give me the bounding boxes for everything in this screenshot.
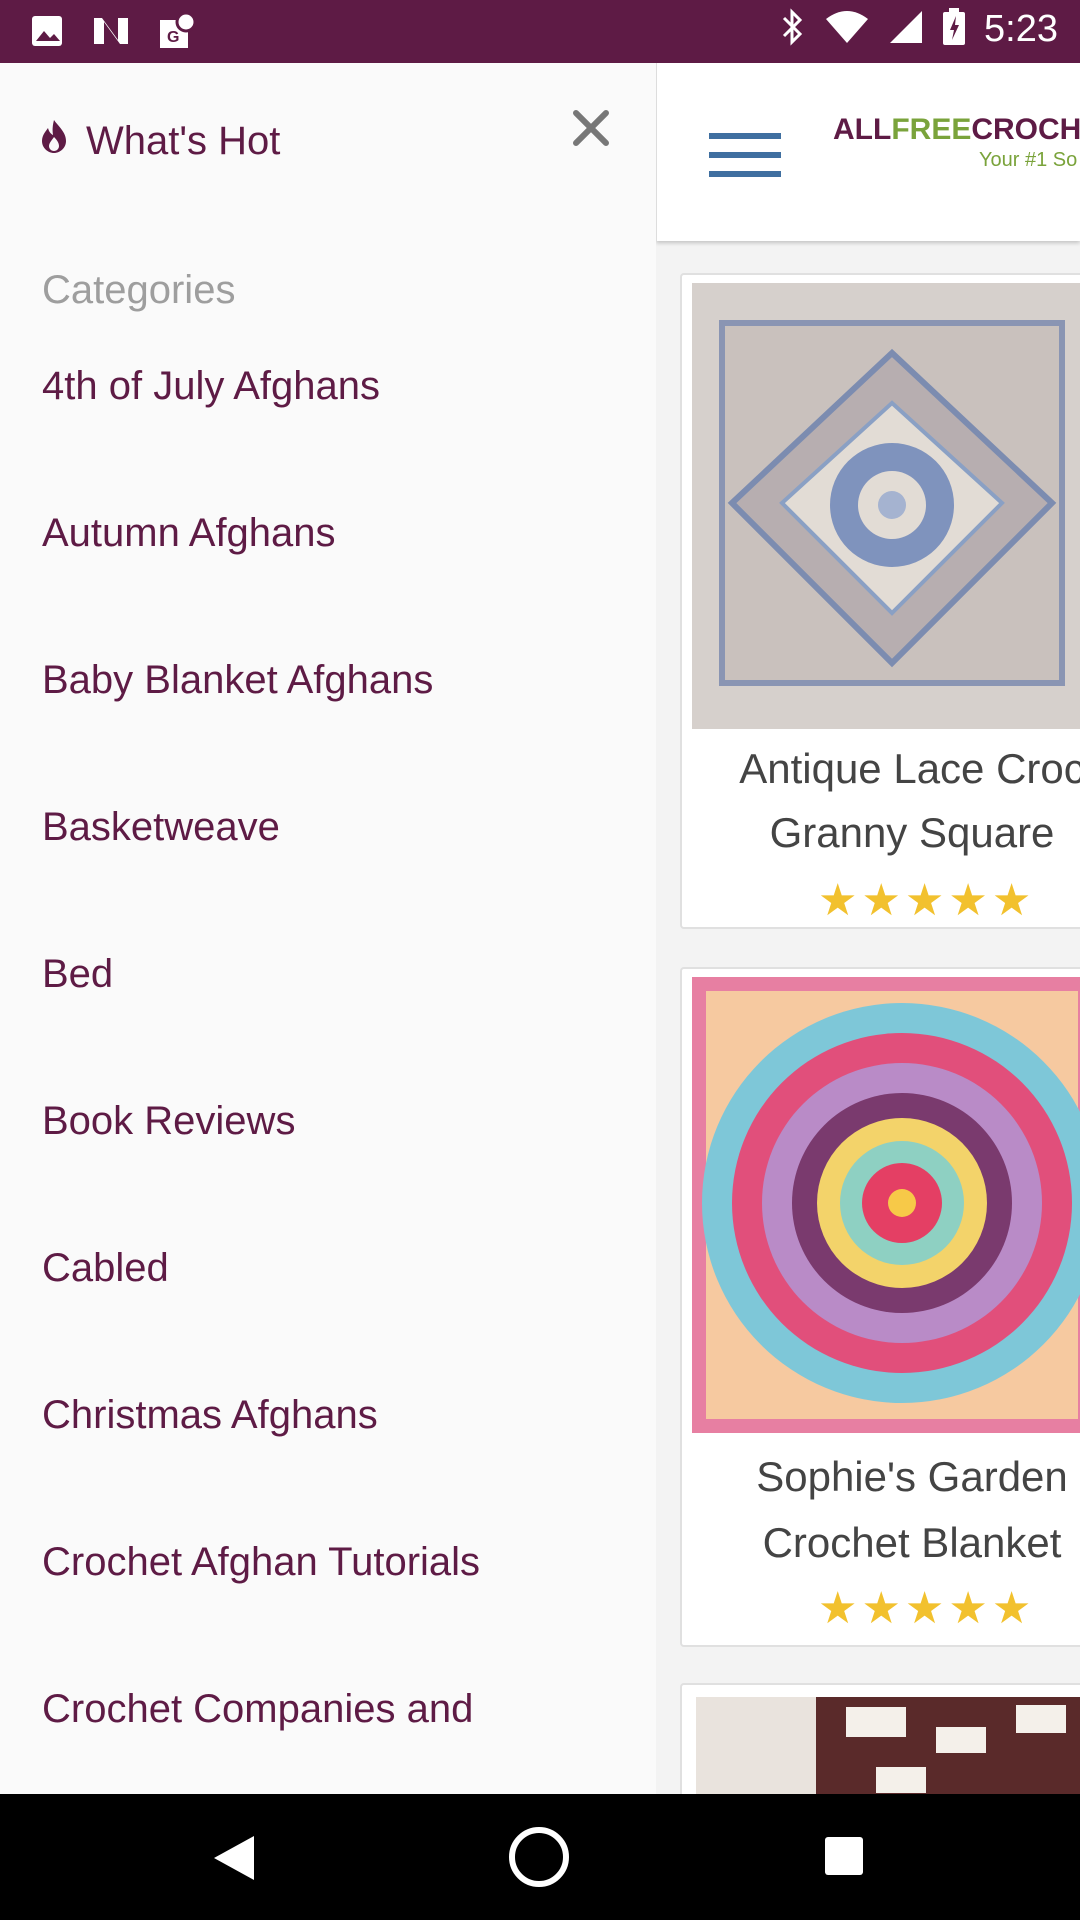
- category-item[interactable]: Christmas Afghans: [42, 1342, 480, 1489]
- recents-icon[interactable]: [822, 1834, 866, 1878]
- status-bar: G 5:23: [0, 0, 1080, 63]
- hamburger-line: [709, 152, 781, 158]
- category-item[interactable]: Bed: [42, 901, 480, 1048]
- clock: 5:23: [984, 8, 1058, 50]
- whats-hot-label: What's Hot: [86, 118, 281, 163]
- page-content: ALLFREECROCH Your #1 So Antique Lace Cro…: [656, 63, 1080, 1794]
- star-icon: ★: [904, 876, 945, 925]
- site-tagline: Your #1 So: [979, 149, 1078, 171]
- drawer-header: What's Hot: [0, 63, 656, 223]
- bluetooth-icon: [780, 8, 806, 51]
- category-item[interactable]: Basketweave: [42, 754, 480, 901]
- close-drawer-button[interactable]: [566, 103, 616, 153]
- wifi-icon: [824, 9, 870, 50]
- close-icon: [573, 110, 609, 146]
- star-icon: ★: [818, 876, 858, 925]
- star-icon: ★: [861, 1584, 901, 1633]
- card-title-line: Granny Square: [769, 809, 1055, 856]
- category-item[interactable]: Crochet Afghan Tutorials: [42, 1489, 480, 1636]
- star-icon: ★: [818, 1584, 858, 1633]
- logo-part: FREE: [891, 113, 972, 146]
- categories-heading: Categories: [42, 268, 236, 312]
- news-icon: [90, 14, 132, 53]
- pattern-image: [696, 1697, 1080, 1794]
- card-title-line: Crochet Blanket: [762, 1519, 1062, 1566]
- category-item[interactable]: 4th of July Afghans: [42, 313, 480, 460]
- flame-icon: [40, 118, 68, 164]
- card-title-line: Antique Lace Croc: [739, 745, 1080, 792]
- rating-stars: ★ ★ ★ ★ ★: [818, 879, 1031, 923]
- star-icon: ★: [904, 1584, 945, 1633]
- hamburger-line: [709, 171, 781, 177]
- category-item[interactable]: Baby Blanket Afghans: [42, 607, 480, 754]
- pattern-card[interactable]: Sophie's Garden Crochet Blanket ★ ★ ★ ★ ★: [680, 967, 1080, 1647]
- image-icon: [30, 14, 64, 53]
- star-icon: ★: [948, 1584, 988, 1633]
- site-logo[interactable]: ALLFREECROCH: [833, 113, 1080, 147]
- star-icon: ★: [948, 876, 988, 925]
- pattern-card[interactable]: [680, 1683, 1080, 1794]
- back-icon[interactable]: [210, 1834, 258, 1882]
- logo-part: ALL: [833, 113, 892, 146]
- pattern-card[interactable]: Antique Lace Croc Granny Square ★ ★ ★ ★ ★: [680, 273, 1080, 929]
- category-item[interactable]: Crochet Companies and: [42, 1636, 480, 1783]
- site-header: ALLFREECROCH Your #1 So: [656, 63, 1080, 241]
- maps-icon: G: [158, 11, 197, 55]
- navigation-drawer: What's Hot Categories 4th of July Afghan…: [0, 63, 656, 1794]
- whats-hot-link[interactable]: What's Hot: [40, 118, 280, 164]
- system-nav-bar: [0, 1794, 1080, 1920]
- logo-part: CROCH: [971, 113, 1080, 146]
- battery-icon: [942, 8, 966, 51]
- category-list: 4th of July Afghans Autumn Afghans Baby …: [42, 313, 480, 1783]
- star-icon: ★: [861, 876, 901, 925]
- star-icon: ★: [991, 876, 1032, 925]
- mandala-blanket-image: [692, 977, 1080, 1433]
- star-icon: ★: [991, 1584, 1032, 1633]
- hamburger-icon: [709, 133, 781, 139]
- home-icon[interactable]: [508, 1826, 570, 1888]
- svg-text:G: G: [167, 29, 179, 46]
- menu-button[interactable]: [709, 133, 781, 183]
- category-item[interactable]: Book Reviews: [42, 1048, 480, 1195]
- category-item[interactable]: Autumn Afghans: [42, 460, 480, 607]
- rating-stars: ★ ★ ★ ★ ★: [818, 1587, 1031, 1631]
- category-item[interactable]: Cabled: [42, 1195, 480, 1342]
- granny-square-image: [692, 283, 1080, 729]
- signal-icon: [888, 9, 924, 50]
- card-title-line: Sophie's Garden: [756, 1453, 1068, 1500]
